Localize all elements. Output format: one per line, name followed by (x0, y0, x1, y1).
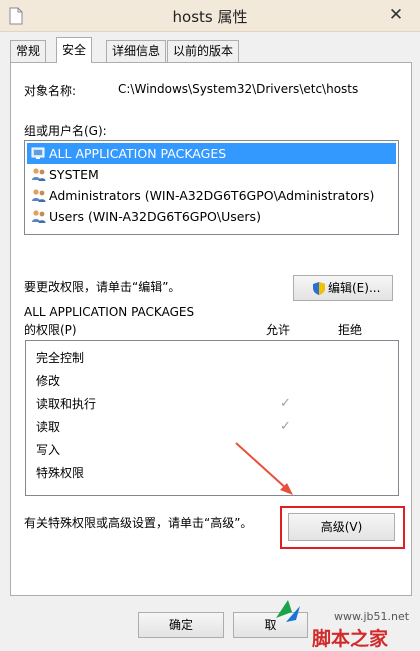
watermark-brand: 脚本之家 (312, 628, 389, 650)
users-icon (32, 189, 46, 202)
permission-name: 写入 (36, 443, 61, 457)
users-list[interactable]: ALL APPLICATION PACKAGES SYSTEM Administ… (24, 140, 399, 235)
title-bar: hosts 属性 ✕ (0, 0, 420, 32)
permissions-label: 的权限(P) (24, 323, 77, 337)
permission-row: 修改 (36, 370, 396, 392)
user-item[interactable]: SYSTEM (27, 164, 396, 185)
close-button[interactable]: ✕ (384, 4, 408, 26)
users-label: 组或用户名(G): (24, 124, 107, 138)
users-icon (32, 168, 46, 181)
change-hint: 要更改权限，请单击“编辑”。 (24, 280, 181, 294)
edit-button[interactable]: 编辑(E)... (293, 275, 393, 301)
cancel-button[interactable]: 取 (233, 612, 308, 638)
watermark-url: www.jb51.net (334, 610, 410, 623)
permissions-list[interactable]: 完全控制 修改 读取和执行 ✓ 读取 ✓ 写入 特殊权限 (25, 340, 399, 496)
permission-row: 读取和执行 ✓ (36, 393, 396, 415)
shield-icon (313, 282, 325, 295)
permissions-for-label: ALL APPLICATION PACKAGES (24, 305, 195, 319)
permission-row: 读取 ✓ (36, 416, 396, 438)
user-name: ALL APPLICATION PACKAGES (49, 146, 227, 161)
edit-button-label: 编辑(E)... (328, 281, 381, 295)
object-name-value: C:\Windows\System32\Drivers\etc\hosts (118, 82, 359, 96)
window-title: hosts 属性 (172, 8, 248, 26)
permission-name: 读取和执行 (36, 397, 97, 411)
permission-name: 修改 (36, 374, 61, 388)
permission-name: 特殊权限 (36, 466, 85, 480)
allow-check-icon: ✓ (280, 396, 291, 411)
annotation-arrow (235, 442, 293, 495)
users-icon (32, 210, 46, 223)
ok-button[interactable]: 确定 (138, 612, 224, 638)
user-item[interactable]: Administrators (WIN-A32DG6T6GPO\Administ… (27, 185, 396, 206)
object-name-label: 对象名称: (24, 84, 77, 98)
user-item[interactable]: ALL APPLICATION PACKAGES (27, 143, 396, 164)
allow-check-icon: ✓ (280, 419, 291, 434)
permission-row: 完全控制 (36, 347, 396, 369)
permission-row: 特殊权限 (36, 462, 396, 484)
allow-header: 允许 (266, 323, 291, 337)
security-panel: 对象名称: C:\Windows\System32\Drivers\etc\ho… (10, 62, 412, 596)
tab-security[interactable]: 安全 (56, 37, 93, 63)
permission-name: 读取 (36, 420, 61, 434)
advanced-button[interactable]: 高级(V) (288, 513, 395, 541)
tab-previous-versions[interactable]: 以前的版本 (167, 40, 240, 62)
tab-details[interactable]: 详细信息 (106, 40, 167, 62)
user-item[interactable]: Users (WIN-A32DG6T6GPO\Users) (27, 206, 396, 227)
user-name: Administrators (WIN-A32DG6T6GPO\Administ… (49, 188, 375, 203)
permission-row: 写入 (36, 439, 396, 461)
deny-header: 拒绝 (338, 323, 363, 337)
group-icon (31, 147, 45, 159)
user-name: SYSTEM (49, 167, 99, 182)
permission-name: 完全控制 (36, 351, 85, 365)
tab-general[interactable]: 常规 (10, 40, 47, 62)
advanced-hint: 有关特殊权限或高级设置，请单击“高级”。 (24, 516, 253, 530)
user-name: Users (WIN-A32DG6T6GPO\Users) (49, 209, 261, 224)
